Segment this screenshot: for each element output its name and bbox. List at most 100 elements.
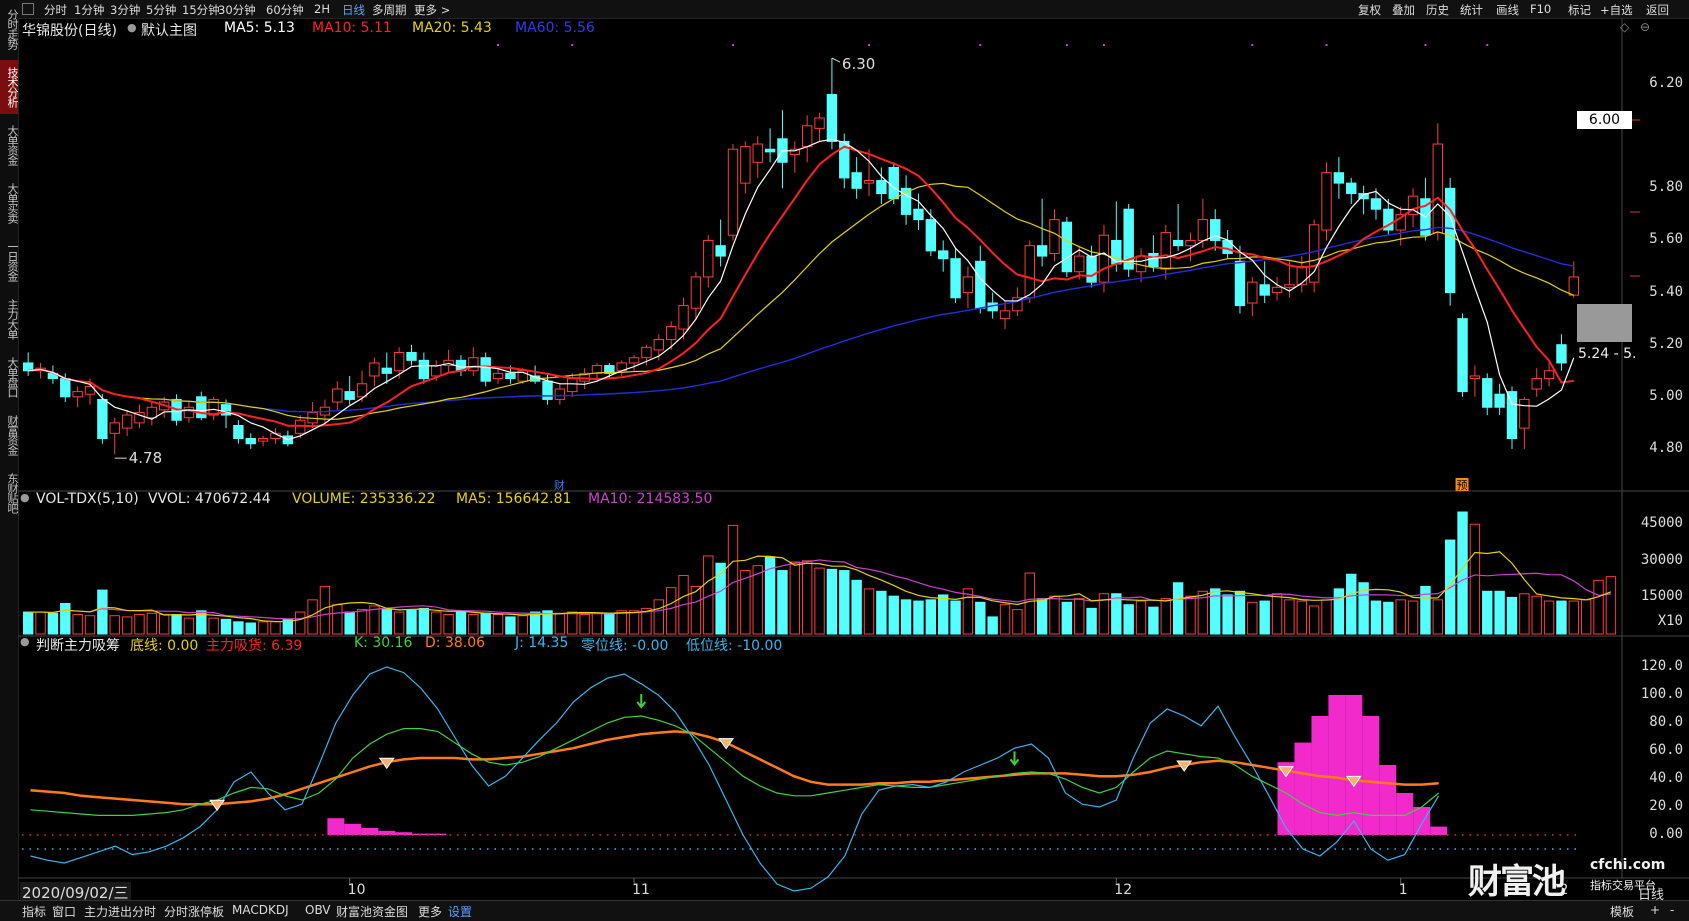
volume-bar [443,613,454,635]
month-label: 12 [1114,882,1133,898]
volume-bar [183,617,195,635]
candle [480,357,491,382]
candle [431,365,442,377]
indicator-tick-label: 0.00 [1649,826,1683,842]
volume-bar [740,570,751,635]
bottom-right-0[interactable]: 模板 [1610,903,1634,920]
price-tick-label: 5.60 [1649,231,1683,248]
candle [233,424,244,440]
volume-bar [1061,601,1073,635]
candle [1148,252,1159,268]
bottom-tab-9[interactable]: 设置 [448,903,472,920]
volume-bar [233,621,244,635]
candle [418,359,430,380]
diamond-icon[interactable]: ◇ [1620,20,1629,34]
candle [60,378,71,398]
bottom-tab-7[interactable]: 财富池资金图 [336,903,408,920]
candle [1234,260,1246,307]
volume-unit-label: X10 [1657,613,1683,629]
bottom-right-2[interactable]: - [1670,903,1674,917]
toggle-icon[interactable]: ⊖ [1640,20,1650,34]
volume-bar [344,611,355,635]
bottom-tab-8[interactable]: 更多 [418,903,442,920]
candle [1494,393,1505,408]
volume-bar [1383,601,1394,635]
volume-bar [47,612,59,635]
candle [393,352,405,372]
volume-bar [913,600,924,635]
main-buy-bar [1379,765,1397,835]
bottom-tab-0[interactable]: 指标 [22,903,46,920]
candle [1346,182,1357,195]
volume-bar [1506,596,1518,635]
candle [678,305,689,330]
volume-bar [814,567,825,635]
main-buy-bar [1396,793,1414,835]
candle [554,388,566,400]
kline-chart[interactable]: 6.30 4.78 财 预 5.24 - 5. [0,0,1689,920]
candle [97,398,108,440]
bottom-tab-6[interactable]: OBV [305,903,331,917]
volume-bar [1123,604,1134,635]
volume-bar [381,609,392,635]
volume-bar [72,613,83,635]
top-markers [497,44,1489,46]
price-tick-label: 5.40 [1649,283,1683,300]
candle [715,245,726,257]
candle [1185,239,1196,247]
bottom-toolbar: 指标 窗口 主力进出分时 分时涨停板 MACD KDJ OBV 财富池资金图 更多 设置 模板 + - [0,900,1689,921]
candle [356,383,368,398]
candle [1506,391,1518,440]
event-marker-cai: 财 [554,478,565,492]
price-tick-label: 6.20 [1649,75,1683,92]
price-tick-label: 5.00 [1649,387,1683,404]
bottom-right-1[interactable]: + [1650,903,1660,917]
high-label: 6.30 [842,55,875,73]
volume-bar [777,570,788,635]
volume-bar [1160,598,1171,635]
candle [1519,398,1530,429]
volume-bar [1519,593,1530,635]
candle [1308,224,1320,283]
top-marker [868,44,871,46]
volume-bar [1284,599,1295,635]
volume-bar [1469,523,1481,635]
volume-bar [1432,599,1444,635]
volume-bar [1086,607,1097,635]
month-label: 10 [347,882,366,898]
bottom-tab-4[interactable]: MACD [232,903,268,917]
volume-bar [1222,594,1233,635]
bottom-tab-5[interactable]: KDJ [268,903,289,917]
bottom-tab-3[interactable]: 分时涨停板 [164,903,224,920]
volume-bar [1494,590,1505,635]
volume-bar [1593,579,1604,635]
bottom-tab-2[interactable]: 主力进出分时 [84,903,156,920]
volume-bar [270,621,281,635]
bottom-tab-1[interactable]: 窗口 [52,903,76,920]
candle [1531,378,1542,390]
low-label: 4.78 [129,449,162,467]
candle [381,367,392,374]
volume-bar [950,600,961,635]
top-marker [1486,44,1489,46]
top-marker [731,44,734,46]
month-label: 1 [1398,882,1408,898]
candle [245,438,256,445]
volume-bar [826,568,838,635]
volume-bar [158,613,170,635]
top-marker [1065,44,1068,46]
volume-bar [591,612,603,635]
top-marker [1325,44,1328,46]
top-marker [1424,44,1427,46]
volume-bar [1370,600,1382,635]
volume-bar [690,585,702,635]
main-buy-bar [1430,826,1448,835]
main-buy-bar [378,830,396,835]
volume-bar [1333,588,1345,635]
candle [1296,266,1307,286]
indicator-tick-label: 80.0 [1649,714,1683,730]
volume-bar [987,616,998,635]
main-buy-bar [361,828,379,835]
candle [492,372,504,380]
volume-bar [876,590,887,635]
